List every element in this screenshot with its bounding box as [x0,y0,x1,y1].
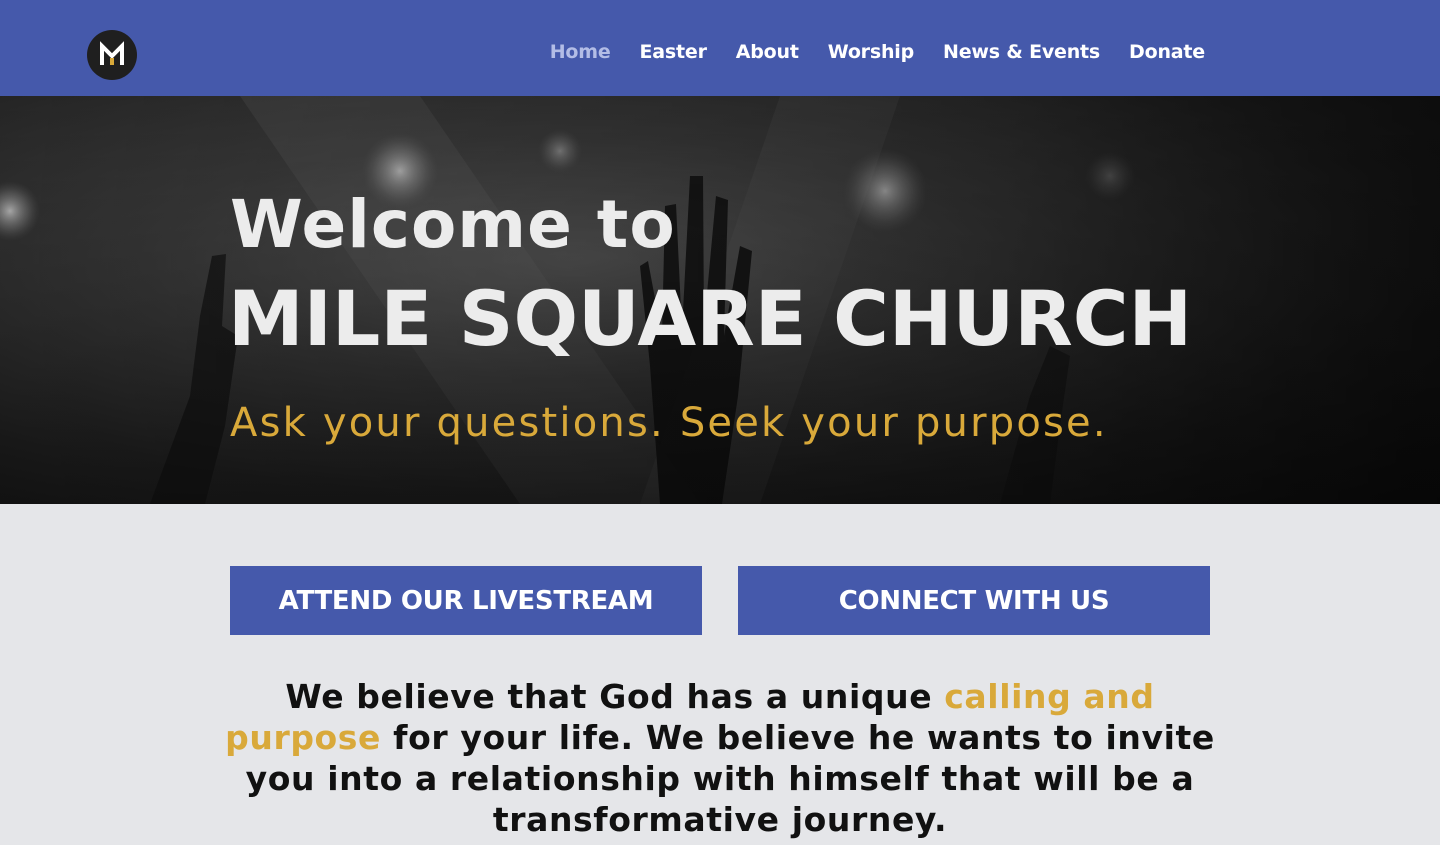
attend-livestream-button[interactable]: ATTEND OUR LIVESTREAM [230,566,702,635]
nav-easter[interactable]: Easter [640,41,707,63]
connect-with-us-button[interactable]: CONNECT WITH US [738,566,1210,635]
hero-title: MILE SQUARE CHURCH [228,274,1193,363]
hero-tagline: Ask your questions. Seek your purpose. [230,400,1108,446]
nav-news-events[interactable]: News & Events [943,41,1100,63]
nav-about[interactable]: About [736,41,799,63]
statement-text-start: We believe that God has a unique [285,677,945,716]
logo-m-icon [100,41,124,65]
hero-welcome-text: Welcome to [230,186,676,263]
nav-worship[interactable]: Worship [828,41,914,63]
nav-donate[interactable]: Donate [1129,41,1205,63]
nav-home[interactable]: Home [550,41,611,63]
main-nav: Home Easter About Worship News & Events … [521,41,1206,63]
hero-banner: Welcome to MILE SQUARE CHURCH Ask your q… [0,96,1440,504]
site-header: Home Easter About Worship News & Events … [0,0,1440,96]
statement-text-end: for your life. We believe he wants to in… [245,718,1215,839]
belief-statement: We believe that God has a unique calling… [210,676,1230,840]
church-logo[interactable] [87,30,137,80]
